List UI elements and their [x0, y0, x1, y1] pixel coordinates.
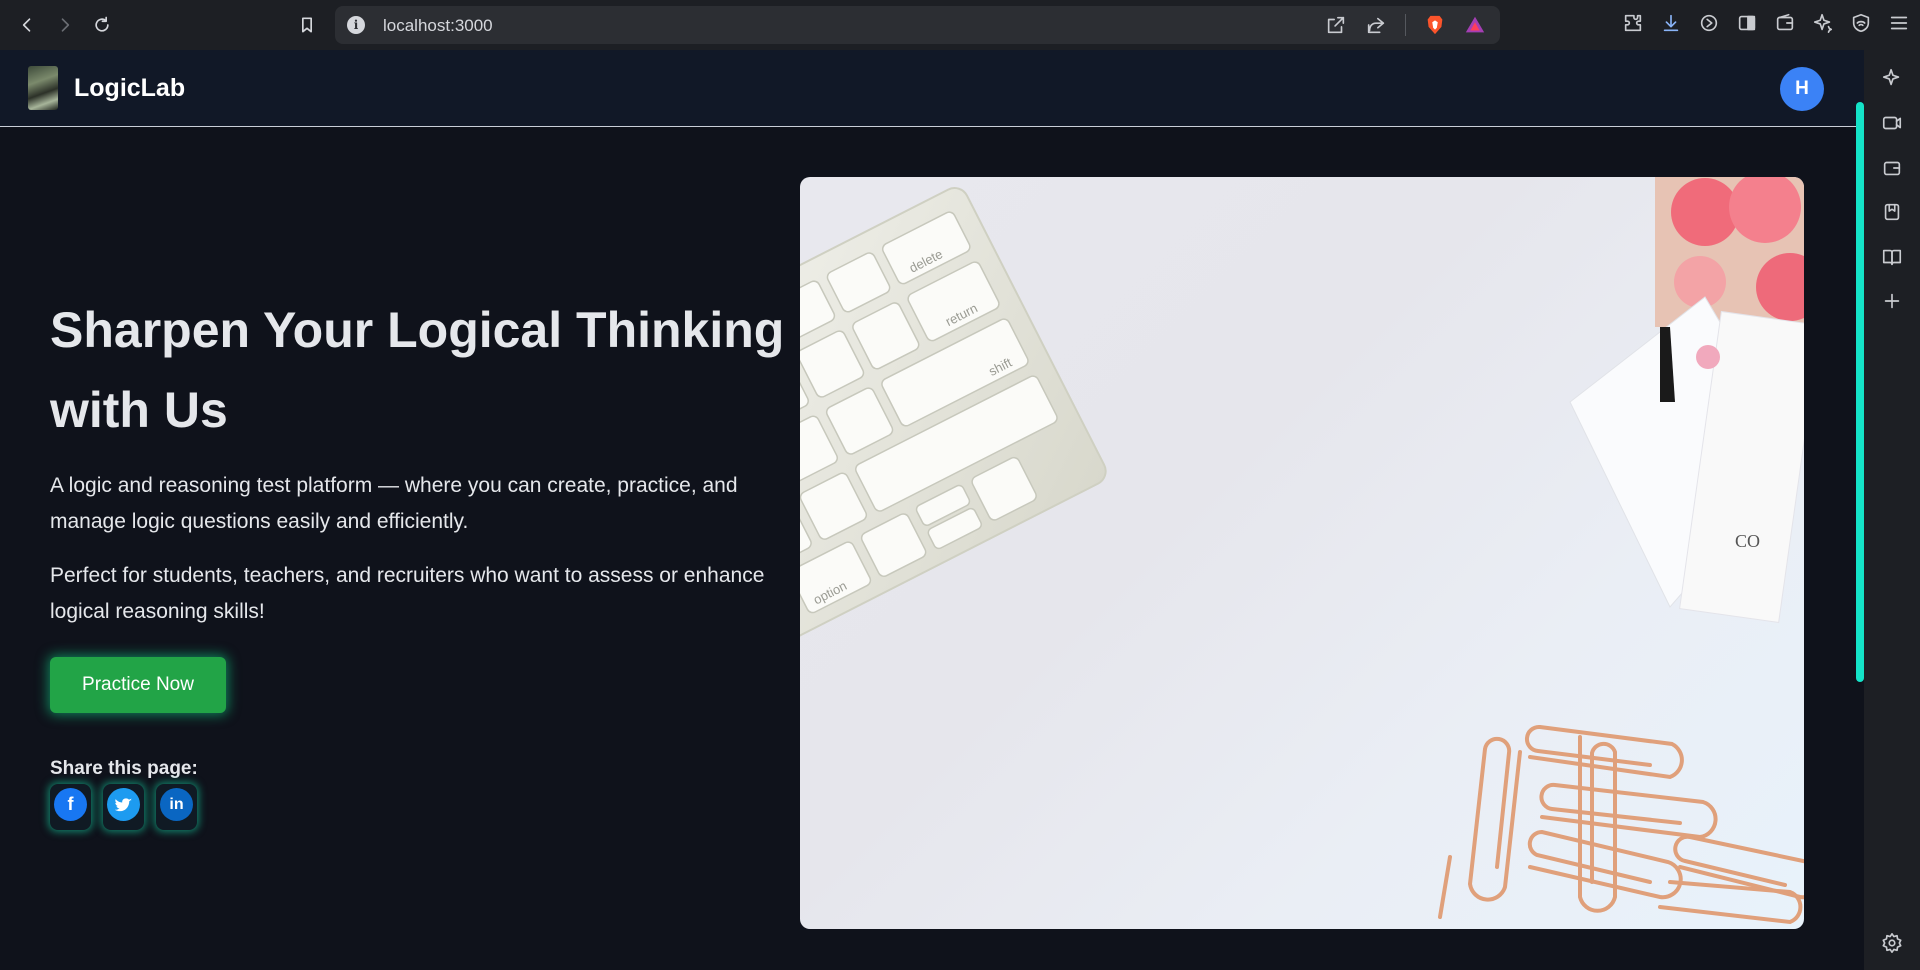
page-scrollbar[interactable] [1856, 102, 1864, 682]
card-co-text: CO [1735, 531, 1760, 551]
brand-name[interactable]: LogicLab [74, 74, 185, 103]
share-label: Share this page: [50, 758, 198, 779]
brave-rewards-icon[interactable] [1464, 14, 1486, 36]
share-facebook-button[interactable]: f [50, 784, 91, 830]
side-leo-button[interactable] [1881, 67, 1903, 89]
wallet-icon[interactable] [1774, 12, 1796, 34]
bookmark-button[interactable] [293, 11, 321, 39]
url-text[interactable]: localhost:3000 [383, 16, 493, 36]
side-wallet-button[interactable] [1881, 157, 1903, 179]
open-external-icon[interactable] [1325, 14, 1347, 36]
facebook-icon: f [54, 788, 87, 821]
reload-button[interactable] [88, 11, 116, 39]
leo-ai-icon [1882, 68, 1900, 86]
cupcake-photo-cards: CO [1569, 177, 1804, 624]
hero-title: Sharpen Your Logical Thinking with Us [50, 302, 785, 438]
forward-icon [61, 18, 70, 32]
forward-button[interactable] [51, 11, 79, 39]
ai-sparkle-icon[interactable] [1812, 12, 1834, 34]
side-bookmarks-button[interactable] [1881, 201, 1903, 223]
settings-icon [1882, 933, 1902, 953]
linkedin-icon: in [160, 788, 193, 821]
side-reading-list-button[interactable] [1881, 246, 1903, 268]
share-icon[interactable] [1365, 14, 1387, 36]
share-twitter-button[interactable] [103, 784, 144, 830]
download-icon[interactable] [1660, 12, 1682, 34]
reading-list-icon [1882, 249, 1902, 266]
address-bar[interactable]: i localhost:3000 [335, 6, 1500, 44]
logo-image[interactable] [28, 66, 58, 110]
page-viewport: LogicLab H Sharpen Your Logical Thinking… [0, 50, 1864, 970]
hero-image: delete return shift command option P L [800, 177, 1804, 929]
app-header: LogicLab H [0, 50, 1864, 127]
bookmarks-icon [1884, 203, 1900, 221]
menu-icon[interactable] [1888, 12, 1910, 34]
sidebar-toggle-icon[interactable] [1736, 12, 1758, 34]
share-buttons: f in [50, 784, 197, 830]
vpn-shield-icon[interactable] [1850, 12, 1872, 34]
url-divider [1405, 14, 1406, 36]
brave-shields-icon[interactable] [1424, 14, 1446, 36]
hero-description: A logic and reasoning test platform — wh… [50, 474, 738, 533]
browser-side-panel [1864, 50, 1920, 970]
leo-icon[interactable] [1698, 12, 1720, 34]
wallet-icon [1883, 161, 1901, 176]
reload-icon [95, 16, 109, 32]
side-talk-button[interactable] [1881, 112, 1903, 134]
site-info-icon[interactable]: i [347, 16, 365, 34]
talk-icon [1882, 116, 1902, 130]
bookmark-icon [302, 17, 312, 33]
keyboard: delete return shift command option P L [800, 187, 1107, 669]
extensions-icon[interactable] [1622, 12, 1644, 34]
side-settings-button[interactable] [1881, 932, 1903, 954]
browser-toolbar: i localhost:3000 [0, 0, 1920, 50]
paper-clips [1438, 724, 1804, 925]
hero-audience-text: Perfect for students, teachers, and recr… [50, 564, 765, 623]
user-avatar[interactable]: H [1780, 67, 1824, 111]
back-icon [22, 18, 31, 32]
add-icon [1884, 293, 1900, 309]
share-linkedin-button[interactable]: in [156, 784, 197, 830]
desk-photo-illustration: delete return shift command option P L [800, 177, 1804, 925]
back-button[interactable] [13, 11, 41, 39]
twitter-icon [107, 788, 140, 821]
side-add-button[interactable] [1881, 290, 1903, 312]
practice-now-button[interactable]: Practice Now [50, 657, 226, 713]
